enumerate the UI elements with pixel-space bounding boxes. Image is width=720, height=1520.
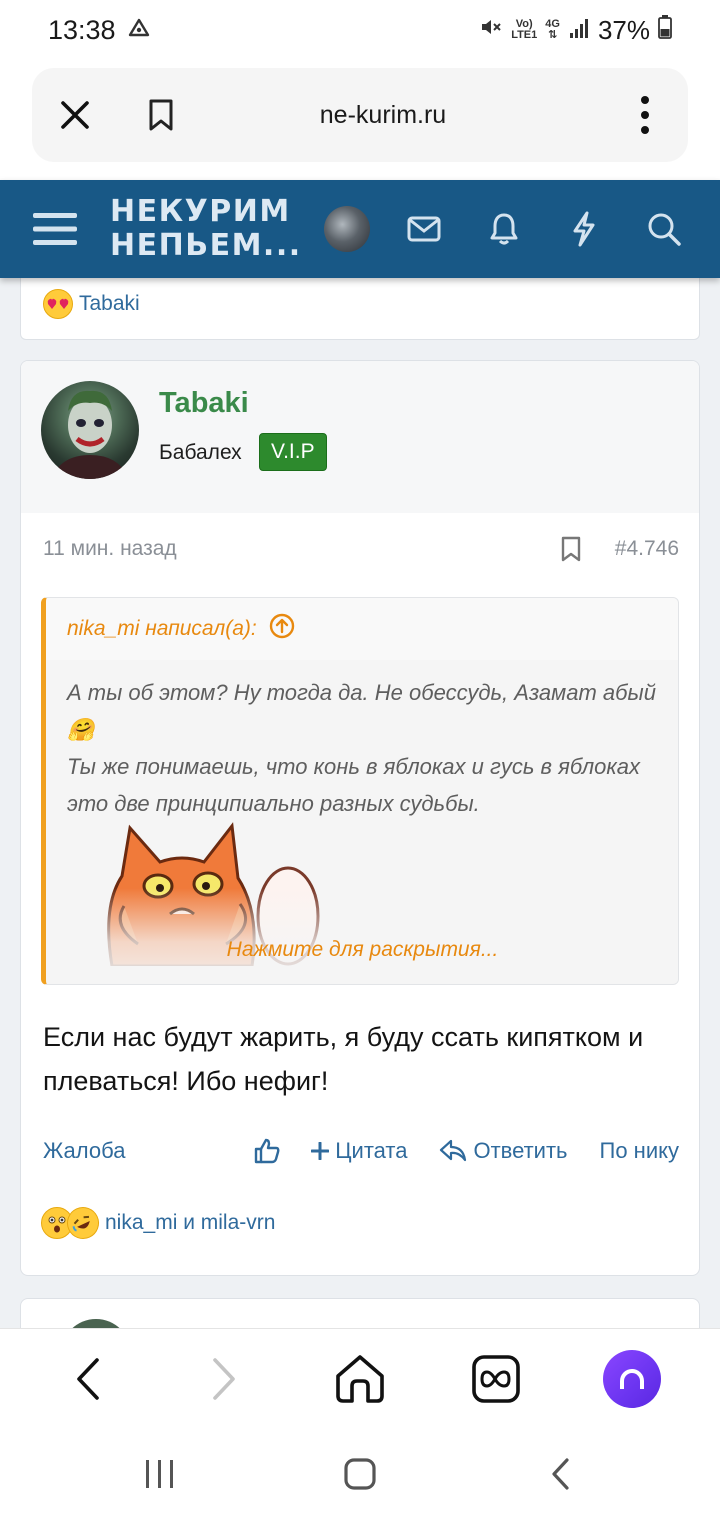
post-bookmark-icon[interactable]	[551, 536, 591, 562]
nav-back-icon[interactable]	[520, 1434, 600, 1514]
post-card: Tabaki Бабалех V.I.P 11 мин. назад #4.74…	[20, 360, 700, 1276]
more-vert-icon[interactable]	[602, 68, 688, 162]
post-username[interactable]: Tabaki	[159, 387, 249, 420]
logo-line-2: НЕПЬЕМ...	[110, 228, 302, 263]
post-actions: Жалоба Цитата Ответить По нику	[43, 1131, 679, 1171]
quote-line-1: А ты об этом? Ну тогда да. Не обессудь, …	[67, 680, 656, 742]
post-reactions[interactable]: nika_mi и mila-vrn	[41, 1201, 275, 1245]
reaction-user[interactable]: Tabaki	[79, 292, 140, 316]
site-logo[interactable]: НЕКУРИМ НЕПЬЕМ...	[110, 195, 310, 263]
next-post-card	[20, 1298, 700, 1328]
browser-address-bar: ne-kurim.ru	[32, 68, 688, 162]
report-button[interactable]: Жалоба	[43, 1138, 125, 1164]
battery-text: 37%	[597, 14, 650, 45]
tabs-icon[interactable]	[451, 1334, 541, 1424]
recent-apps-icon[interactable]	[120, 1434, 200, 1514]
quote-body: А ты об этом? Ну тогда да. Не обессудь, …	[46, 660, 678, 822]
like-button[interactable]	[253, 1137, 281, 1165]
previous-post-reactions[interactable]: Tabaki	[43, 289, 140, 319]
reactions-users[interactable]: nika_mi и mila-vrn	[105, 1211, 275, 1235]
user-avatar[interactable]	[41, 381, 139, 479]
arrow-up-circle-icon[interactable]	[269, 613, 295, 645]
quote-button[interactable]: Цитата	[311, 1138, 407, 1164]
menu-icon[interactable]	[0, 180, 110, 278]
mail-icon[interactable]	[384, 180, 464, 278]
post-time[interactable]: 11 мин. назад	[43, 537, 551, 561]
quote-expand-link[interactable]: Нажмите для раскрытия...	[46, 938, 678, 962]
signal-icon	[568, 15, 590, 46]
volte-indicator: Vo) LTE1	[511, 18, 538, 41]
reply-icon	[440, 1139, 467, 1162]
home-button-icon[interactable]	[320, 1434, 400, 1514]
post-meta: 11 мин. назад #4.746	[21, 521, 699, 577]
url-field[interactable]: ne-kurim.ru	[204, 101, 602, 130]
forward-icon[interactable]	[179, 1334, 269, 1424]
back-icon[interactable]	[43, 1334, 133, 1424]
close-icon[interactable]	[32, 68, 118, 162]
search-icon[interactable]	[624, 180, 704, 278]
plus-icon	[311, 1142, 330, 1160]
battery-icon	[658, 14, 672, 46]
mute-icon	[479, 15, 503, 46]
by-nick-button[interactable]: По нику	[600, 1138, 679, 1164]
system-nav-bar	[0, 1428, 720, 1520]
site-header: НЕКУРИМ НЕПЬЕМ...	[0, 180, 720, 278]
drive-icon	[128, 18, 150, 43]
quote-button-label: Цитата	[335, 1138, 408, 1163]
network-type: 4G ⇅	[545, 18, 560, 41]
logo-line-1: НЕКУРИМ	[110, 194, 291, 229]
post-user-panel: Tabaki Бабалех V.I.P	[21, 361, 699, 513]
heart-eyes-emoji-icon	[43, 289, 73, 319]
previous-post-card: Tabaki	[20, 278, 700, 340]
quote-block: nika_mi написал(а): А ты об этом? Ну тог…	[41, 597, 679, 985]
user-title: Бабалех	[159, 441, 242, 464]
reply-button-label: Ответить	[473, 1138, 568, 1163]
thumbs-up-icon	[255, 1138, 280, 1164]
browser-bottom-toolbar	[0, 1328, 720, 1428]
post-number[interactable]: #4.746	[615, 537, 679, 561]
home-icon[interactable]	[315, 1334, 405, 1424]
thread-content: Tabaki Tabaki Бабалех V.I.P 11 мин. наза…	[0, 278, 720, 1328]
vip-badge: V.I.P	[259, 433, 327, 471]
quote-header[interactable]: nika_mi написал(а):	[46, 598, 678, 660]
avatar[interactable]	[324, 206, 370, 252]
browser-chrome: ne-kurim.ru	[0, 60, 720, 178]
status-bar: 13:38 Vo) LTE1 4G ⇅ 37%	[0, 0, 720, 60]
status-time: 13:38	[48, 14, 116, 45]
post-message: Если нас будут жарить, я буду ссать кипя…	[43, 1022, 644, 1096]
bookmark-icon[interactable]	[118, 68, 204, 162]
lightning-icon[interactable]	[544, 180, 624, 278]
quote-line-2: Ты же понимаешь, что конь в яблоках и гу…	[67, 754, 641, 816]
bell-icon[interactable]	[464, 180, 544, 278]
next-post-avatar[interactable]	[61, 1319, 131, 1328]
rofl-emoji-icon	[61, 1201, 105, 1245]
reply-button[interactable]: Ответить	[439, 1138, 568, 1164]
alice-icon[interactable]	[587, 1334, 677, 1424]
quote-author[interactable]: nika_mi написал(а):	[67, 617, 257, 641]
quote-fade	[46, 888, 678, 984]
